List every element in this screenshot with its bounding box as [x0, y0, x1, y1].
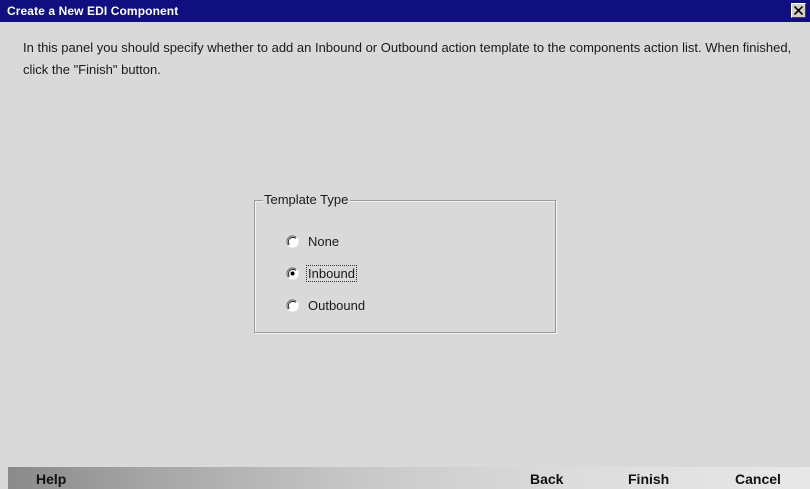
radio-unchecked-icon	[286, 298, 299, 312]
radio-outbound[interactable]: Outbound	[286, 295, 366, 315]
window-title: Create a New EDI Component	[7, 4, 179, 18]
radio-label-outbound: Outbound	[308, 297, 366, 313]
radio-label-inbound: Inbound	[306, 264, 357, 282]
footer-bar: Help Back Finish Cancel	[8, 467, 810, 489]
radio-none[interactable]: None	[286, 231, 340, 251]
help-button[interactable]: Help	[36, 467, 66, 489]
close-button[interactable]	[791, 3, 806, 18]
instructions-text: In this panel you should specify whether…	[23, 40, 792, 77]
back-button[interactable]: Back	[530, 467, 563, 489]
radio-unchecked-icon	[286, 234, 299, 248]
template-type-legend: Template Type	[263, 192, 351, 208]
dialog-window: Create a New EDI Component In this panel…	[0, 0, 810, 489]
radio-label-none: None	[308, 233, 340, 249]
radio-inbound[interactable]: Inbound	[286, 263, 357, 283]
finish-button[interactable]: Finish	[628, 467, 669, 489]
radio-checked-icon	[286, 266, 299, 280]
cancel-button[interactable]: Cancel	[735, 467, 781, 489]
template-type-group: Template Type None Inbound Outbound	[254, 192, 556, 333]
title-bar: Create a New EDI Component	[0, 0, 810, 22]
close-icon	[794, 6, 803, 15]
